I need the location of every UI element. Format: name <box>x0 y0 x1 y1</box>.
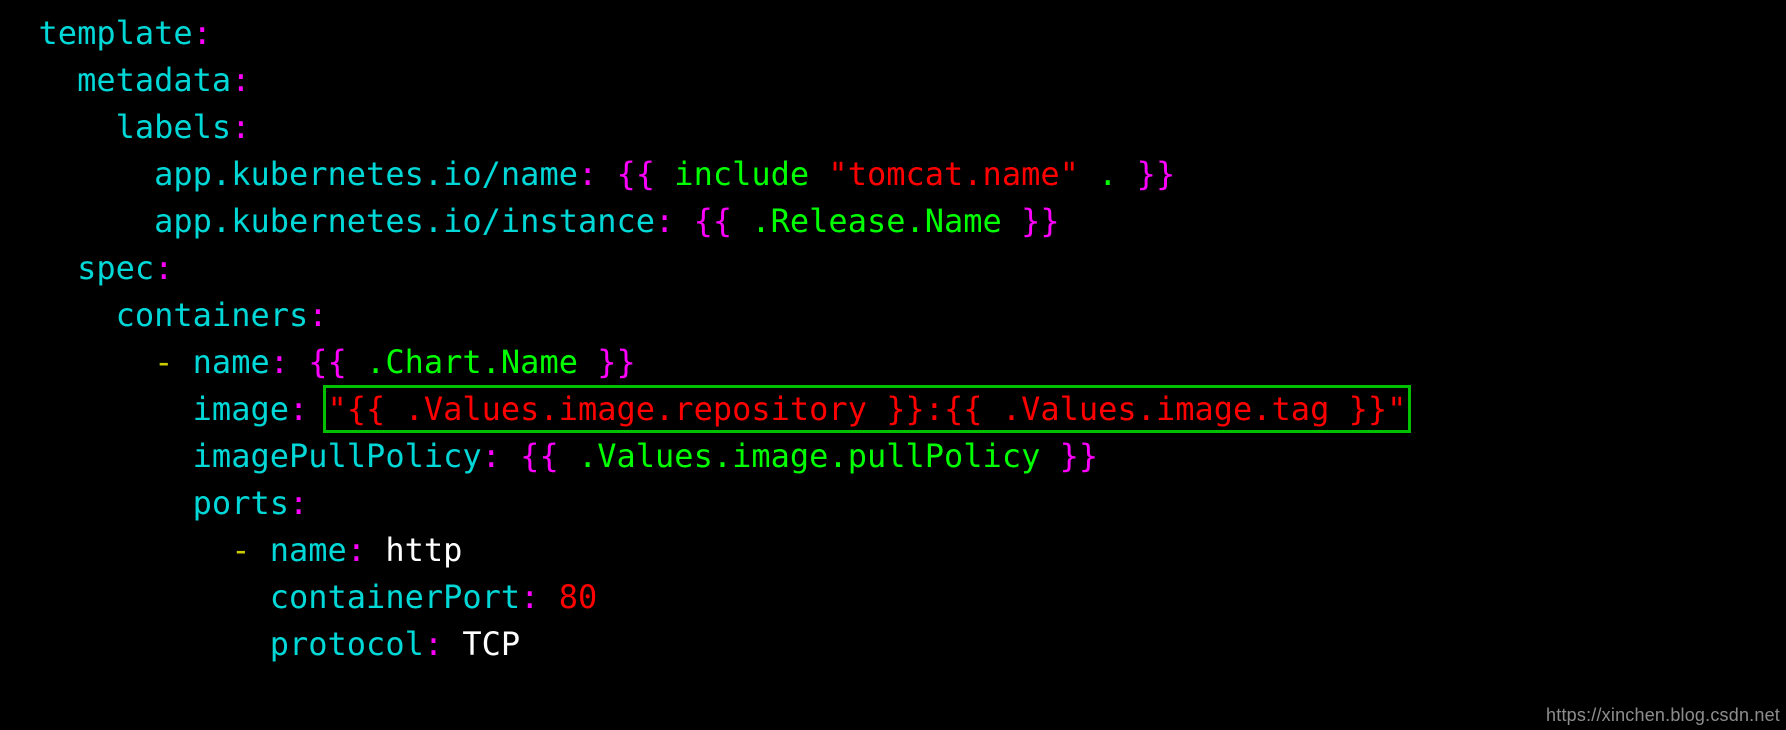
highlighted-image-value: "{{ .Values.image.repository }}:{{ .Valu… <box>323 385 1412 433</box>
key-protocol: protocol <box>270 625 424 663</box>
key-metadata: metadata <box>77 61 231 99</box>
key-image-pull-policy: imagePullPolicy <box>193 437 482 475</box>
watermark-url: https://xinchen.blog.csdn.net <box>1546 705 1780 726</box>
key-containers: containers <box>116 296 309 334</box>
key-container-name: name <box>193 343 270 381</box>
yaml-template-code: template: metadata: labels: app.kubernet… <box>0 0 1786 668</box>
key-template: template <box>39 14 193 52</box>
key-container-port: containerPort <box>270 578 520 616</box>
key-labels: labels <box>116 108 232 146</box>
key-app-name: app.kubernetes.io/name <box>154 155 578 193</box>
key-app-instance: app.kubernetes.io/instance <box>154 202 655 240</box>
key-image: image <box>193 390 289 428</box>
key-spec: spec <box>77 249 154 287</box>
key-port-name: name <box>270 531 347 569</box>
key-ports: ports <box>193 484 289 522</box>
